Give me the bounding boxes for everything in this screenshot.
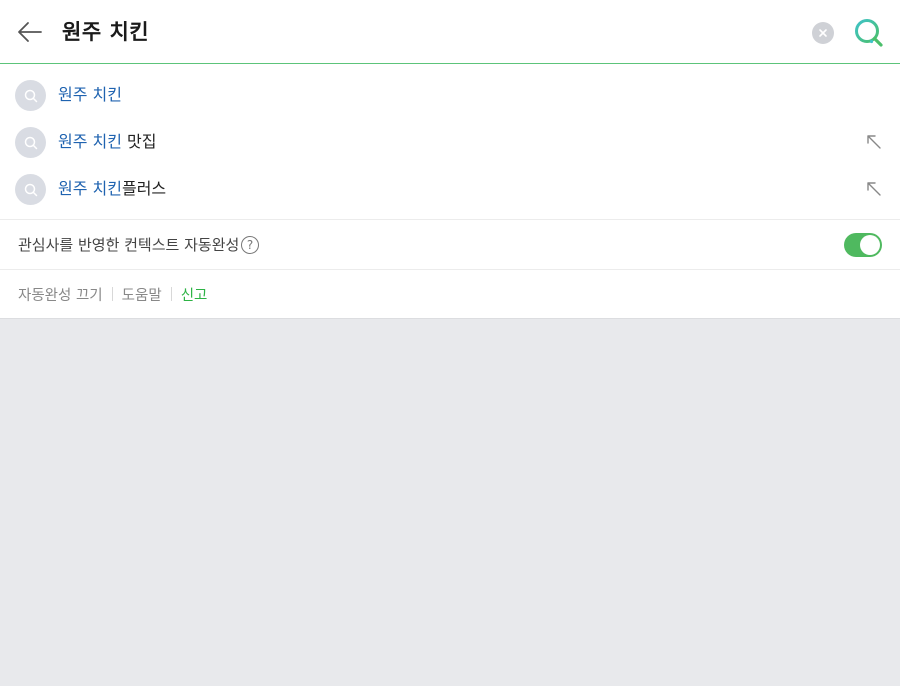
suggestion-search-icon [15, 127, 46, 158]
suggestion-search-icon [15, 174, 46, 205]
suggestion-item[interactable]: 원주 치킨 맛집 [0, 119, 900, 166]
fill-query-arrow-icon[interactable] [864, 132, 884, 152]
suggestion-item[interactable]: 원주 치킨플러스 [0, 166, 900, 213]
suggestion-text: 원주 치킨 맛집 [58, 132, 157, 151]
suggestion-item[interactable]: 원주 치킨 [0, 72, 900, 119]
suggestion-list: 원주 치킨 원주 치킨 맛집 원주 치킨플러스 [0, 64, 900, 220]
help-icon[interactable]: ? [241, 236, 259, 254]
divider [170, 287, 172, 301]
autocomplete-panel: 원주 치킨 원주 치킨 원주 치킨 맛집 원주 치킨플러스 관심사를 반영한 컨… [0, 0, 900, 319]
search-icon [855, 19, 883, 47]
context-autocomplete-label: 관심사를 반영한 컨텍스트 자동완성 [18, 236, 240, 254]
back-button[interactable] [14, 16, 46, 48]
footer-links: 자동완성 끄기 도움말 신고 [0, 270, 900, 319]
suggestion-search-icon [15, 80, 46, 111]
suggestion-text: 원주 치킨 [58, 85, 122, 104]
report-link[interactable]: 신고 [181, 284, 208, 305]
back-arrow-icon [18, 22, 42, 42]
suggestion-text: 원주 치킨플러스 [58, 179, 167, 198]
divider [111, 287, 113, 301]
toggle-knob [860, 235, 880, 255]
search-bar: 원주 치킨 [0, 0, 900, 64]
context-autocomplete-row: 관심사를 반영한 컨텍스트 자동완성 ? [0, 220, 900, 270]
fill-query-arrow-icon[interactable] [864, 179, 884, 199]
autocomplete-off-link[interactable]: 자동완성 끄기 [18, 284, 103, 305]
help-link[interactable]: 도움말 [122, 284, 162, 305]
search-input[interactable]: 원주 치킨 [62, 17, 149, 47]
search-button[interactable] [853, 17, 885, 49]
clear-icon [819, 29, 827, 37]
context-autocomplete-toggle[interactable] [844, 233, 882, 257]
clear-button[interactable] [812, 22, 834, 44]
